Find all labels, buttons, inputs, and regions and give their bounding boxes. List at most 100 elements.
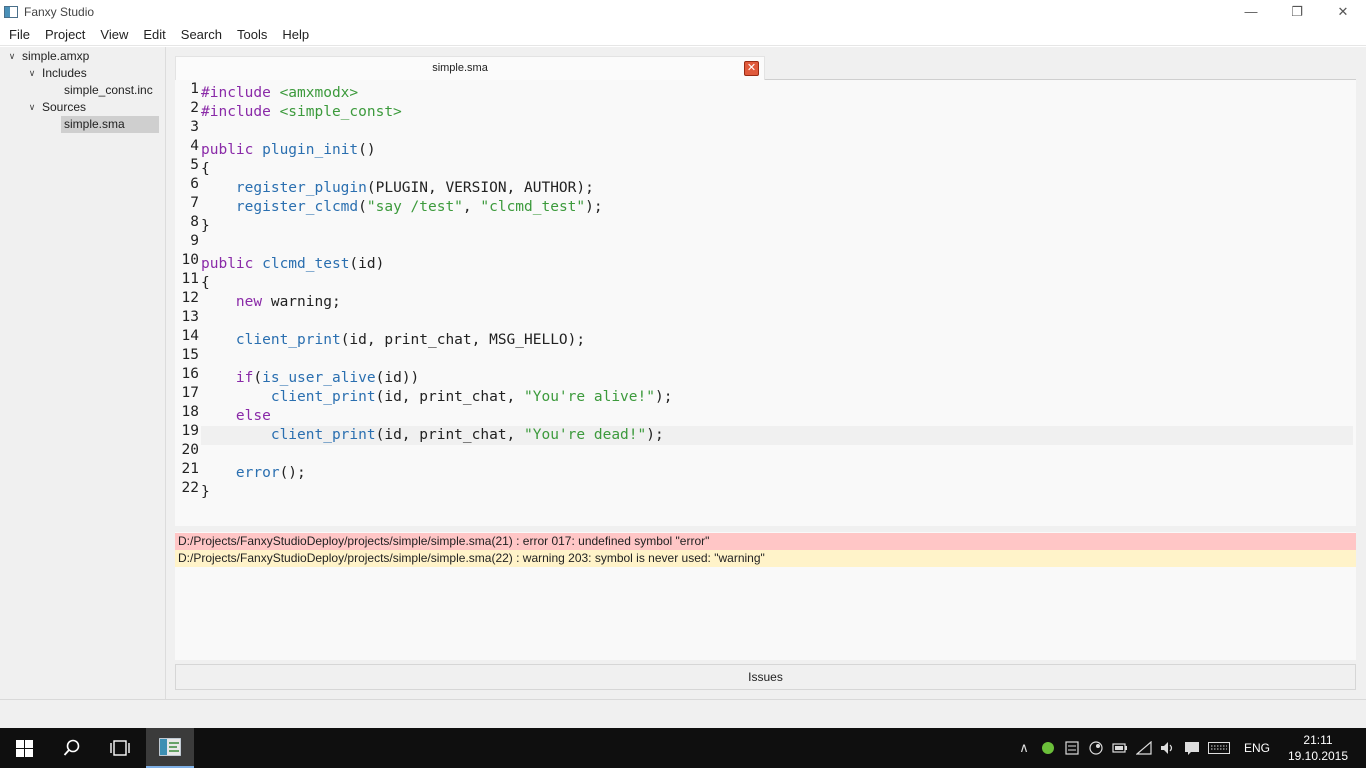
chevron-down-icon[interactable]: ∨ xyxy=(26,99,38,116)
issue-error-row[interactable]: D:/Projects/FanxyStudioDeploy/projects/s… xyxy=(175,533,1356,550)
notification-tray-icon[interactable] xyxy=(1180,728,1204,768)
code-text: else xyxy=(201,408,271,424)
system-tray: ∧ ENG 21:11 19.10.2015 xyxy=(1012,728,1366,768)
code-line: 15 xyxy=(175,347,1356,369)
tab-label: simple.sma xyxy=(432,62,488,74)
line-number: 6 xyxy=(190,176,199,192)
task-view-button[interactable] xyxy=(96,728,144,768)
code-text: if(is_user_alive(id)) xyxy=(201,370,420,386)
menu-project[interactable]: Project xyxy=(39,23,91,46)
code-text: #include <simple_const> xyxy=(201,104,402,120)
menu-edit[interactable]: Edit xyxy=(137,23,171,46)
menu-tools[interactable]: Tools xyxy=(231,23,273,46)
code-line: 5 { xyxy=(175,157,1356,179)
code-text: register_plugin(PLUGIN, VERSION, AUTHOR)… xyxy=(201,180,594,196)
line-number: 10 xyxy=(181,252,199,268)
code-text: new warning; xyxy=(201,294,341,310)
line-number: 13 xyxy=(181,309,199,325)
tab-simple-sma[interactable]: simple.sma ✕ xyxy=(175,56,765,80)
restore-button[interactable]: ❐ xyxy=(1274,0,1320,23)
line-number: 18 xyxy=(181,404,199,420)
code-line: 4 public plugin_init() xyxy=(175,138,1356,160)
clock[interactable]: 21:11 19.10.2015 xyxy=(1282,732,1354,764)
fanxy-studio-icon xyxy=(159,738,181,756)
keyboard-tray-icon[interactable] xyxy=(1204,728,1234,768)
wifi-icon xyxy=(1135,741,1152,755)
line-number: 2 xyxy=(190,100,199,116)
close-button[interactable]: ✕ xyxy=(1320,0,1366,23)
line-number: 17 xyxy=(181,385,199,401)
line-number: 12 xyxy=(181,290,199,306)
app-icon xyxy=(4,5,18,18)
tree-item-sources[interactable]: ∨ Sources xyxy=(26,99,86,116)
code-text: client_print(id, print_chat, "You're dea… xyxy=(201,426,1353,445)
windows-logo-icon xyxy=(15,739,33,757)
tree-item-source-file[interactable]: simple.sma xyxy=(61,116,159,133)
code-text: } xyxy=(201,484,210,500)
search-button[interactable] xyxy=(48,728,96,768)
menu-view[interactable]: View xyxy=(94,23,134,46)
steam-tray-icon[interactable] xyxy=(1084,728,1108,768)
action-center-icon xyxy=(1184,742,1199,755)
battery-icon xyxy=(1112,743,1127,753)
code-text: } xyxy=(201,218,210,234)
code-line: 22 } xyxy=(175,480,1356,502)
tree-item-project[interactable]: ∨ simple.amxp xyxy=(6,48,90,65)
menu-file[interactable]: File xyxy=(3,23,36,46)
start-button[interactable] xyxy=(0,728,48,768)
wifi-tray-icon[interactable] xyxy=(1132,728,1156,768)
issue-warning-row[interactable]: D:/Projects/FanxyStudioDeploy/projects/s… xyxy=(175,550,1356,567)
app-tray-icon[interactable] xyxy=(1036,728,1060,768)
project-tree: ∨ simple.amxp ∨ Includes simple_const.in… xyxy=(0,47,166,699)
line-number: 19 xyxy=(181,423,199,439)
code-line: 3 xyxy=(175,119,1356,141)
line-number: 21 xyxy=(181,461,199,477)
line-number: 1 xyxy=(190,81,199,97)
line-number: 20 xyxy=(181,442,199,458)
code-editor[interactable]: 1 #include <amxmodx> 2 #include <simple_… xyxy=(175,80,1356,526)
code-text: client_print(id, print_chat, "You're ali… xyxy=(201,389,673,405)
leaf-icon xyxy=(1041,742,1054,754)
tab-bar: simple.sma ✕ xyxy=(175,56,1356,80)
code-line: 13 xyxy=(175,309,1356,331)
line-number: 7 xyxy=(190,195,199,211)
window-controls: — ❐ ✕ xyxy=(1228,0,1366,23)
code-line: 6 register_plugin(PLUGIN, VERSION, AUTHO… xyxy=(175,176,1356,198)
device-tray-icon[interactable] xyxy=(1060,728,1084,768)
task-view-icon xyxy=(110,740,130,756)
tree-item-includes[interactable]: ∨ Includes xyxy=(26,65,87,82)
speaker-icon xyxy=(1160,742,1173,754)
issues-tab-button[interactable]: Issues xyxy=(175,664,1356,690)
steam-icon xyxy=(1089,741,1103,755)
editor-area: simple.sma ✕ 1 #include <amxmodx> 2 #inc… xyxy=(166,47,1366,699)
code-line: 14 client_print(id, print_chat, MSG_HELL… xyxy=(175,328,1356,350)
minimize-button[interactable]: — xyxy=(1228,0,1274,23)
status-bar xyxy=(0,699,1366,728)
volume-tray-icon[interactable] xyxy=(1156,728,1180,768)
close-tab-icon[interactable]: ✕ xyxy=(744,61,759,76)
chevron-down-icon[interactable]: ∨ xyxy=(6,48,18,65)
keyboard-icon xyxy=(1207,742,1230,754)
line-number: 9 xyxy=(190,233,199,249)
code-line: 17 client_print(id, print_chat, "You're … xyxy=(175,385,1356,407)
tree-item-include-file[interactable]: simple_const.inc xyxy=(64,82,153,99)
menu-bar: File Project View Edit Search Tools Help xyxy=(0,23,1366,46)
tree-item-label: simple.amxp xyxy=(22,49,90,63)
code-line: 18 else xyxy=(175,404,1356,426)
line-number: 3 xyxy=(190,119,199,135)
taskbar-app-fanxy-studio[interactable] xyxy=(146,728,194,768)
menu-help[interactable]: Help xyxy=(276,23,315,46)
chevron-up-icon[interactable]: ∧ xyxy=(1012,728,1036,768)
clock-date: 19.10.2015 xyxy=(1287,749,1349,763)
chevron-down-icon[interactable]: ∨ xyxy=(26,65,38,82)
language-indicator[interactable]: ENG xyxy=(1234,741,1282,755)
code-line: 2 #include <simple_const> xyxy=(175,100,1356,122)
line-number: 16 xyxy=(181,366,199,382)
menu-search[interactable]: Search xyxy=(175,23,228,46)
battery-tray-icon[interactable] xyxy=(1108,728,1132,768)
code-text: public clcmd_test(id) xyxy=(201,256,385,272)
